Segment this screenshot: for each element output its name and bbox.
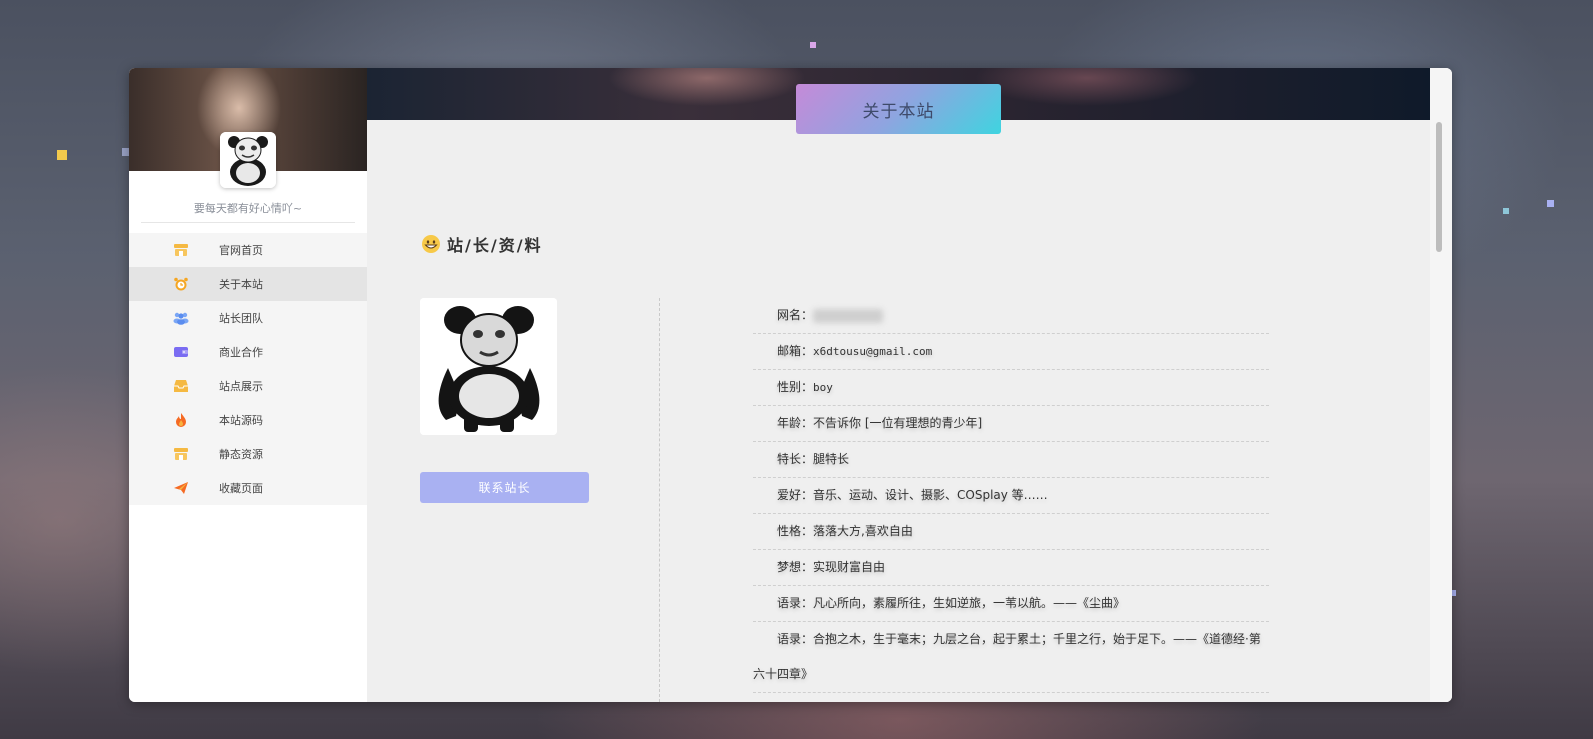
sidebar-item-label: 本站源码: [219, 414, 263, 427]
wallet-icon: [173, 345, 189, 359]
info-row-nickname: 网名：: [753, 298, 1269, 334]
info-row-quote: 语录：凡心所向，素履所往，生如逆旅，一苇以航。——《尘曲》: [753, 586, 1269, 622]
info-label: 性格：: [777, 524, 814, 538]
sidebar-item-source[interactable]: 本站源码: [129, 403, 367, 437]
alarm-clock-icon: [173, 277, 189, 291]
divider: [659, 298, 660, 702]
motto-text: 要每天都有好心情吖~: [141, 200, 355, 223]
info-row-personality: 性格：落落大方,喜欢自由: [753, 514, 1269, 550]
contact-owner-button[interactable]: 联系站长: [420, 472, 589, 503]
info-value: 实现财富自由: [813, 560, 886, 574]
info-label: 性别：: [777, 380, 814, 394]
info-label: 年龄：: [777, 416, 814, 430]
info-row-age: 年龄：不告诉你 [一位有理想的青少年]: [753, 406, 1269, 442]
main-content: 关于本站 站/长/资/料 联系站长 网名： 邮箱：x6dtousu@gmail.…: [367, 68, 1452, 702]
store-icon: [173, 243, 189, 257]
fire-icon: [173, 413, 189, 427]
sidebar-item-team[interactable]: 站长团队: [129, 301, 367, 335]
section-title: 站/长/资/料: [421, 232, 543, 256]
confetti: [57, 150, 67, 160]
sidebar-item-label: 站点展示: [219, 380, 263, 393]
info-label: 网名：: [777, 308, 814, 322]
info-label: 邮箱：: [777, 344, 814, 358]
sidebar-item-label: 静态资源: [219, 448, 263, 461]
panda-avatar-icon: [420, 298, 557, 435]
info-row-dream: 梦想：实现财富自由: [753, 550, 1269, 586]
info-value: x6dtousu@gmail.com: [813, 345, 933, 358]
info-label: 特长：: [777, 452, 814, 466]
sidebar-item-showcase[interactable]: 站点展示: [129, 369, 367, 403]
info-value: 落落大方,喜欢自由: [813, 524, 913, 538]
sidebar-item-label: 官网首页: [219, 244, 263, 257]
info-row-quote: 语录：合抱之木，生于毫末；九层之台，起于累土；千里之行，始于足下。——《道德经·…: [753, 622, 1269, 693]
scrollbar[interactable]: [1430, 68, 1452, 702]
panda-avatar-icon: [220, 132, 276, 188]
sidebar-item-home[interactable]: 官网首页: [129, 233, 367, 267]
grinning-face-icon: [421, 234, 441, 254]
sidebar-menu: 官网首页 关于本站 站长团队 商业合作 站点展示 本站源码 静态资源 收藏页面: [129, 233, 367, 505]
confetti: [1547, 200, 1554, 207]
sidebar-item-static[interactable]: 静态资源: [129, 437, 367, 471]
section-title-text: 站/长/资/料: [447, 236, 543, 255]
store-icon: [173, 447, 189, 461]
sidebar-item-label: 关于本站: [219, 278, 263, 291]
info-value: 腿特长: [813, 452, 850, 466]
about-card: 要每天都有好心情吖~ 官网首页 关于本站 站长团队 商业合作 站点展示 本站源码…: [129, 68, 1452, 702]
confetti: [810, 42, 816, 48]
sidebar-item-about[interactable]: 关于本站: [129, 267, 367, 301]
paper-plane-icon: [173, 481, 189, 495]
info-label: 语录：: [777, 596, 814, 610]
page-title: 关于本站: [796, 84, 1001, 134]
sidebar-item-label: 收藏页面: [219, 482, 263, 495]
profile-avatar: [420, 298, 557, 435]
info-label: 爱好：: [777, 488, 814, 502]
info-row-specialty: 特长：腿特长: [753, 442, 1269, 478]
info-value: 合抱之木，生于毫末；九层之台，起于累土；千里之行，始于足下。——《道德经·第六十…: [753, 632, 1261, 681]
inbox-icon: [173, 379, 189, 393]
info-value: boy: [813, 381, 833, 394]
sidebar-item-label: 站长团队: [219, 312, 263, 325]
info-label: 语录：: [777, 632, 814, 646]
confetti: [1503, 208, 1509, 214]
avatar[interactable]: [220, 132, 276, 188]
info-row-gender: 性别：boy: [753, 370, 1269, 406]
sidebar-item-label: 商业合作: [219, 346, 263, 359]
info-value: 凡心所向，素履所往，生如逆旅，一苇以航。——《尘曲》: [813, 596, 1126, 610]
blurred-nickname: [813, 308, 884, 323]
info-label: 梦想：: [777, 560, 814, 574]
sidebar: 要每天都有好心情吖~ 官网首页 关于本站 站长团队 商业合作 站点展示 本站源码…: [129, 68, 367, 702]
team-icon: [173, 311, 189, 325]
info-value: 不告诉你 [一位有理想的青少年]: [813, 416, 983, 430]
info-row-hobbies: 爱好：音乐、运动、设计、摄影、COSplay 等……: [753, 478, 1269, 514]
owner-info-list: 网名： 邮箱：x6dtousu@gmail.com 性别：boy 年龄：不告诉你…: [753, 298, 1269, 693]
info-row-email: 邮箱：x6dtousu@gmail.com: [753, 334, 1269, 370]
sidebar-item-favorite[interactable]: 收藏页面: [129, 471, 367, 505]
scrollbar-thumb[interactable]: [1436, 122, 1442, 252]
info-value: 音乐、运动、设计、摄影、COSplay 等……: [813, 488, 1048, 502]
sidebar-item-business[interactable]: 商业合作: [129, 335, 367, 369]
